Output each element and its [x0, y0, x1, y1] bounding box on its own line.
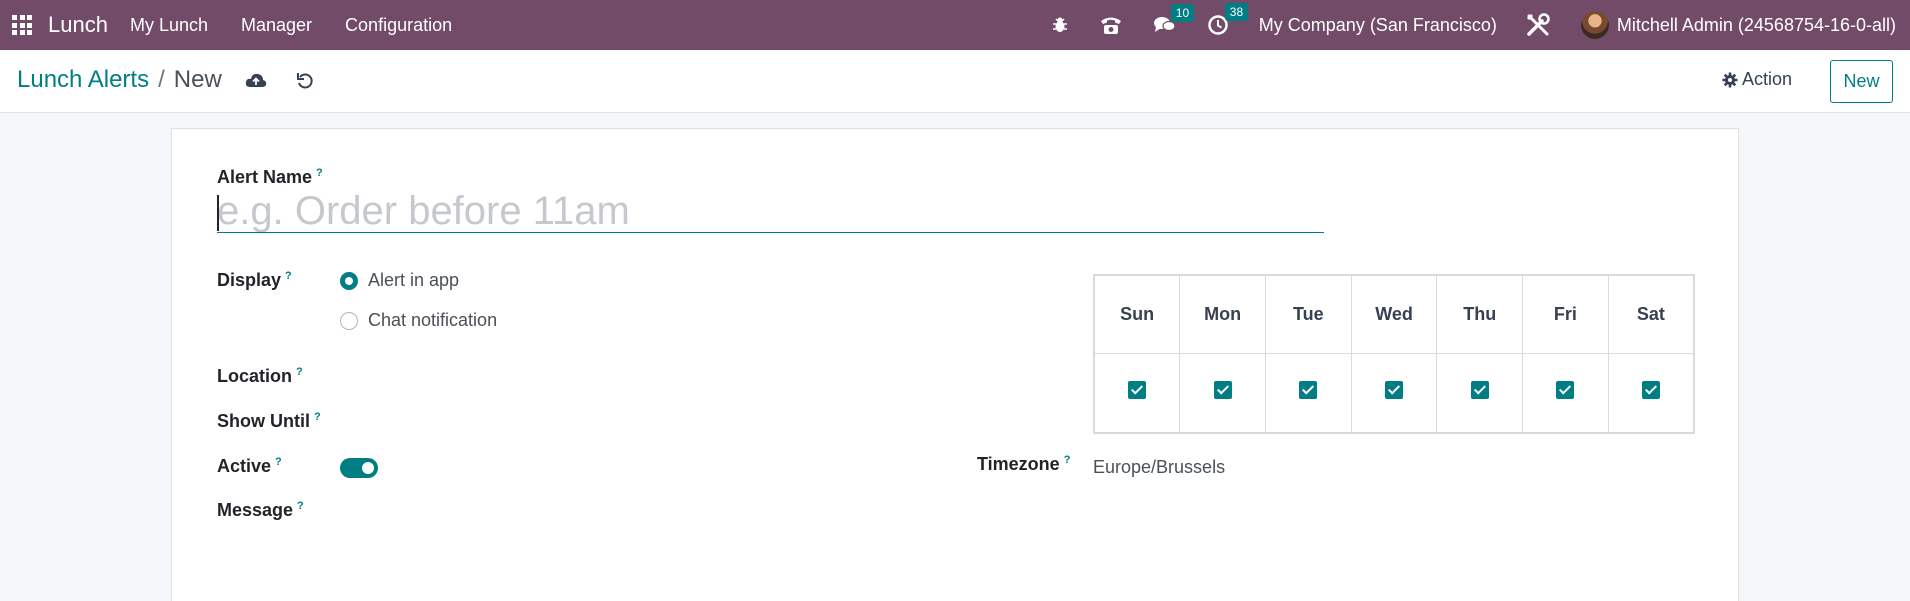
- active-toggle[interactable]: [340, 458, 378, 478]
- menu-manager[interactable]: Manager: [241, 15, 312, 36]
- navbar-systray: 10 38 My Company (San Francisco) Mitchel…: [1051, 0, 1910, 50]
- wed-checkbox[interactable]: [1385, 381, 1404, 400]
- fri-checkbox[interactable]: [1556, 381, 1575, 400]
- timezone-label: Timezone?: [977, 454, 1071, 474]
- display-option-chat-notification[interactable]: Chat notification: [340, 310, 497, 331]
- chat-icon[interactable]: 10: [1153, 4, 1195, 35]
- message-label: Message?: [217, 500, 304, 520]
- help-tooltip-icon[interactable]: ?: [297, 500, 304, 512]
- apps-grid-icon[interactable]: [12, 15, 32, 35]
- show-until-label: Show Until?: [217, 411, 321, 431]
- day-header-mon: Mon: [1179, 274, 1266, 354]
- active-label: Active?: [217, 456, 282, 476]
- control-panel: Lunch Alerts / New Action New: [0, 50, 1910, 113]
- form-sheet: Alert Name? Display? Alert in app Chat n…: [171, 128, 1739, 601]
- weekday-header-row: Sun Mon Tue Wed Thu Fri Sat: [1093, 274, 1695, 354]
- bug-icon[interactable]: [1051, 16, 1069, 34]
- phone-icon[interactable]: [1099, 15, 1123, 35]
- breadcrumb-current: New: [173, 66, 222, 93]
- breadcrumb-lunch-alerts[interactable]: Lunch Alerts: [17, 66, 149, 94]
- day-header-sat: Sat: [1607, 274, 1695, 354]
- discard-undo-icon[interactable]: [296, 72, 314, 95]
- breadcrumb-separator: /: [158, 66, 165, 93]
- weekday-table: Sun Mon Tue Wed Thu Fri Sat: [1093, 274, 1695, 434]
- thu-checkbox[interactable]: [1470, 381, 1489, 400]
- day-header-fri: Fri: [1522, 274, 1609, 354]
- help-tooltip-icon[interactable]: ?: [314, 411, 321, 423]
- save-cloud-icon[interactable]: [245, 72, 267, 95]
- display-option-alert-in-app[interactable]: Alert in app: [340, 270, 459, 291]
- day-header-sun: Sun: [1093, 274, 1181, 354]
- sat-checkbox[interactable]: [1641, 381, 1660, 400]
- help-tooltip-icon[interactable]: ?: [296, 366, 303, 378]
- timezone-value[interactable]: Europe/Brussels: [1093, 457, 1225, 478]
- top-navbar: Lunch My Lunch Manager Configuration 10 …: [0, 0, 1910, 50]
- weekday-checkbox-row: [1093, 352, 1695, 434]
- action-label: Action: [1742, 69, 1793, 89]
- display-label: Display?: [217, 270, 292, 290]
- messages-badge: 10: [1170, 4, 1195, 22]
- clock-icon[interactable]: 38: [1207, 3, 1249, 36]
- action-button[interactable]: Action: [1722, 69, 1792, 90]
- radio-label: Alert in app: [368, 270, 460, 290]
- activities-badge: 38: [1224, 3, 1249, 21]
- help-tooltip-icon[interactable]: ?: [1064, 454, 1071, 466]
- company-switcher[interactable]: My Company (San Francisco): [1259, 15, 1497, 36]
- mon-checkbox[interactable]: [1213, 381, 1232, 400]
- help-tooltip-icon[interactable]: ?: [316, 167, 323, 179]
- sun-checkbox[interactable]: [1128, 381, 1147, 400]
- tools-icon[interactable]: [1525, 12, 1551, 38]
- breadcrumb: Lunch Alerts / New: [17, 66, 222, 94]
- avatar[interactable]: [1580, 11, 1609, 39]
- alert-name-input[interactable]: [217, 191, 1324, 233]
- menu-my-lunch[interactable]: My Lunch: [130, 15, 208, 36]
- help-tooltip-icon[interactable]: ?: [285, 270, 292, 282]
- day-header-tue: Tue: [1264, 274, 1352, 354]
- radio-label: Chat notification: [368, 310, 498, 330]
- user-menu[interactable]: Mitchell Admin (24568754-16-0-all): [1617, 15, 1896, 36]
- text-caret: [217, 195, 219, 231]
- help-tooltip-icon[interactable]: ?: [275, 456, 282, 468]
- location-label: Location?: [217, 366, 303, 386]
- day-header-wed: Wed: [1350, 274, 1438, 354]
- radio-unchecked[interactable]: [340, 311, 358, 330]
- app-name[interactable]: Lunch: [48, 12, 108, 38]
- tue-checkbox[interactable]: [1299, 381, 1318, 400]
- day-header-thu: Thu: [1436, 274, 1524, 354]
- menu-configuration[interactable]: Configuration: [345, 15, 452, 36]
- gear-icon: [1722, 72, 1738, 87]
- new-button[interactable]: New: [1830, 60, 1893, 103]
- radio-checked[interactable]: [340, 271, 358, 290]
- alert-name-label: Alert Name?: [217, 167, 323, 187]
